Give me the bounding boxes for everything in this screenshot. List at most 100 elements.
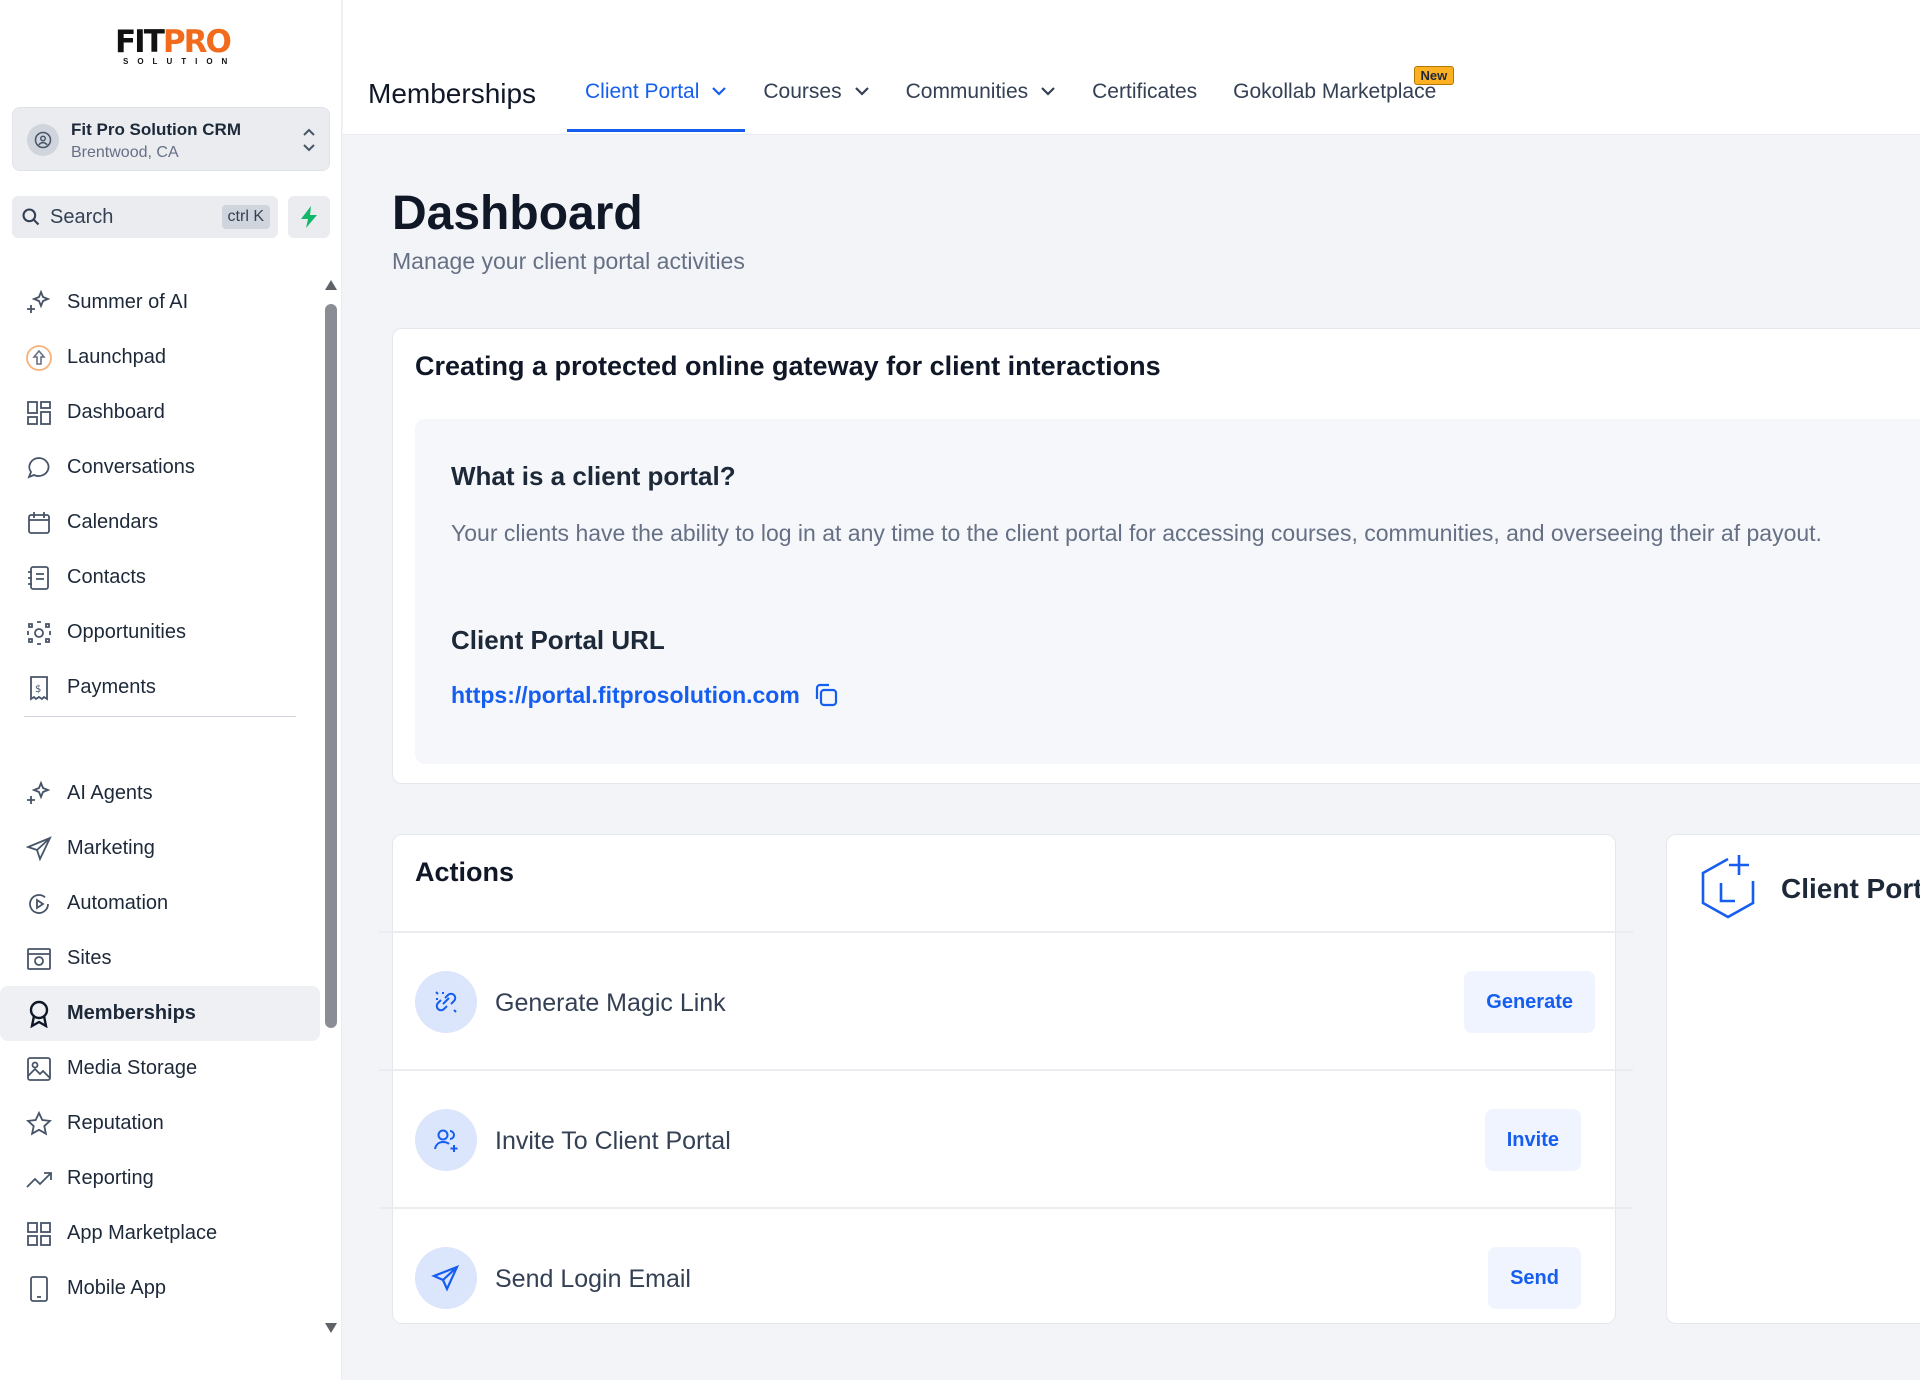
sidebar-item-payments[interactable]: $ Payments [0, 660, 320, 715]
sidebar-item-media-storage[interactable]: Media Storage [0, 1041, 320, 1096]
grid-icon [24, 398, 54, 428]
action-label: Send Login Email [495, 1265, 691, 1293]
page-subtitle: Manage your client portal activities [392, 248, 745, 274]
sidebar-item-label: Launchpad [67, 346, 166, 368]
sidebar-item-label: Reporting [67, 1167, 154, 1189]
opportunities-icon [24, 618, 54, 648]
actions-heading: Actions [415, 857, 515, 887]
top-nav-bar: Memberships Client Portal Courses Commun… [343, 0, 1920, 135]
action-label: Invite To Client Portal [495, 1127, 731, 1155]
sidebar-item-label: Memberships [67, 1002, 196, 1024]
actions-card: Actions Generate Magic Link Generate Inv… [379, 834, 1633, 1324]
tab-label: Certificates [1092, 80, 1198, 103]
tab-label: Courses [763, 80, 842, 103]
scroll-down-arrow-icon[interactable] [325, 1323, 337, 1333]
sidebar-nav-top: Summer of AI Launchpad Dashboard Convers… [0, 275, 320, 715]
logo-pro: PRO [162, 24, 232, 60]
chat-icon [24, 453, 54, 483]
sidebar-scrollbar[interactable] [324, 280, 338, 1340]
sidebar-item-contacts[interactable]: Contacts [0, 550, 320, 605]
portal-url-row: https://portal.fitprosolution.com [451, 681, 840, 709]
sidebar: FITPRO SOLUTION Fit Pro Solution CRM Bre… [0, 0, 342, 1380]
sidebar-item-app-marketplace[interactable]: App Marketplace [0, 1206, 320, 1261]
divider [379, 931, 1633, 933]
trend-icon [24, 1164, 54, 1194]
sidebar-item-mobile-app[interactable]: Mobile App [0, 1261, 320, 1316]
account-switcher[interactable]: Fit Pro Solution CRM Brentwood, CA [12, 107, 330, 171]
copy-icon[interactable] [812, 681, 840, 709]
sidebar-item-label: Reputation [67, 1112, 164, 1134]
add-portal-icon [1701, 855, 1755, 919]
brand-logo[interactable]: FITPRO SOLUTION [115, 24, 237, 72]
grid-icon [24, 1219, 54, 1249]
send-button[interactable]: Send [1488, 1247, 1581, 1309]
sidebar-item-label: App Marketplace [67, 1222, 218, 1244]
sidebar-item-marketing[interactable]: Marketing [0, 821, 320, 876]
client-portal-side-card: Client Port [1666, 834, 1920, 1324]
sidebar-item-summer-of-ai[interactable]: Summer of AI [0, 275, 320, 330]
send-icon [24, 834, 54, 864]
sidebar-item-conversations[interactable]: Conversations [0, 440, 320, 495]
mobile-icon [24, 1274, 54, 1304]
scrollbar-thumb[interactable] [325, 304, 337, 1028]
invite-button[interactable]: Invite [1484, 1109, 1581, 1171]
scroll-up-arrow-icon[interactable] [325, 280, 337, 290]
sidebar-item-label: Calendars [67, 511, 159, 533]
chevron-down-icon [712, 87, 727, 96]
logo-sub: SOLUTION [123, 57, 237, 66]
sidebar-item-dashboard[interactable]: Dashboard [0, 385, 320, 440]
invite-user-icon [415, 1109, 477, 1171]
chevron-down-icon [854, 87, 869, 96]
sidebar-item-memberships[interactable]: Memberships [0, 986, 320, 1041]
card-heading: Creating a protected online gateway for … [415, 351, 1161, 381]
chevron-down-icon [1041, 87, 1055, 96]
sidebar-item-label: Mobile App [67, 1277, 166, 1299]
sidebar-item-calendars[interactable]: Calendars [0, 495, 320, 550]
sidebar-item-reputation[interactable]: Reputation [0, 1096, 320, 1151]
tab-certificates[interactable]: Certificates [1074, 80, 1215, 132]
sites-icon [24, 944, 54, 974]
action-row-magic-link: Generate Magic Link Generate [415, 971, 1595, 1035]
tab-bar: Client Portal Courses Communities Certif… [567, 66, 1455, 132]
tab-courses[interactable]: Courses [745, 80, 887, 132]
calendar-icon [24, 508, 54, 538]
portal-url-heading: Client Portal URL [451, 625, 665, 655]
search-input[interactable]: Search ctrl K [12, 196, 278, 238]
side-card-title: Client Port [1781, 873, 1920, 904]
sidebar-item-label: Payments [67, 676, 156, 698]
new-badge: New [1413, 66, 1455, 85]
sidebar-item-launchpad[interactable]: Launchpad [0, 330, 320, 385]
sparkle-icon [24, 779, 54, 809]
svg-text:$: $ [35, 684, 41, 695]
action-row-invite: Invite To Client Portal Invite [415, 1109, 1595, 1173]
image-icon [24, 1054, 54, 1084]
payments-icon: $ [24, 673, 54, 703]
quick-actions-button[interactable] [288, 196, 330, 238]
page-title: Dashboard [392, 187, 643, 240]
logo-fit: FIT [115, 24, 165, 60]
portal-url-link[interactable]: https://portal.fitprosolution.com [451, 682, 800, 709]
section-title: Memberships [368, 78, 537, 109]
account-location: Brentwood, CA [71, 144, 179, 161]
sidebar-item-ai-agents[interactable]: AI Agents [0, 766, 320, 821]
tab-gokollab-marketplace[interactable]: Gokollab Marketplace New [1215, 66, 1455, 132]
tab-client-portal[interactable]: Client Portal [567, 80, 746, 132]
sidebar-item-label: AI Agents [67, 782, 153, 804]
generate-button[interactable]: Generate [1464, 971, 1595, 1033]
magic-link-icon [415, 971, 477, 1033]
automation-icon [24, 889, 54, 919]
rocket-icon [24, 343, 54, 373]
sidebar-item-reporting[interactable]: Reporting [0, 1151, 320, 1206]
sidebar-divider [24, 716, 296, 717]
action-label: Generate Magic Link [495, 989, 726, 1017]
sidebar-item-label: Marketing [67, 837, 155, 859]
account-name: Fit Pro Solution CRM [71, 120, 241, 139]
sidebar-item-opportunities[interactable]: Opportunities [0, 605, 320, 660]
tab-communities[interactable]: Communities [888, 80, 1075, 132]
sidebar-item-automation[interactable]: Automation [0, 876, 320, 931]
sidebar-item-sites[interactable]: Sites [0, 931, 320, 986]
sidebar-item-label: Media Storage [67, 1057, 198, 1079]
sidebar-nav-bottom: AI Agents Marketing Automation Sites Mem… [0, 766, 320, 1316]
star-icon [24, 1109, 54, 1139]
bolt-icon [301, 206, 317, 228]
